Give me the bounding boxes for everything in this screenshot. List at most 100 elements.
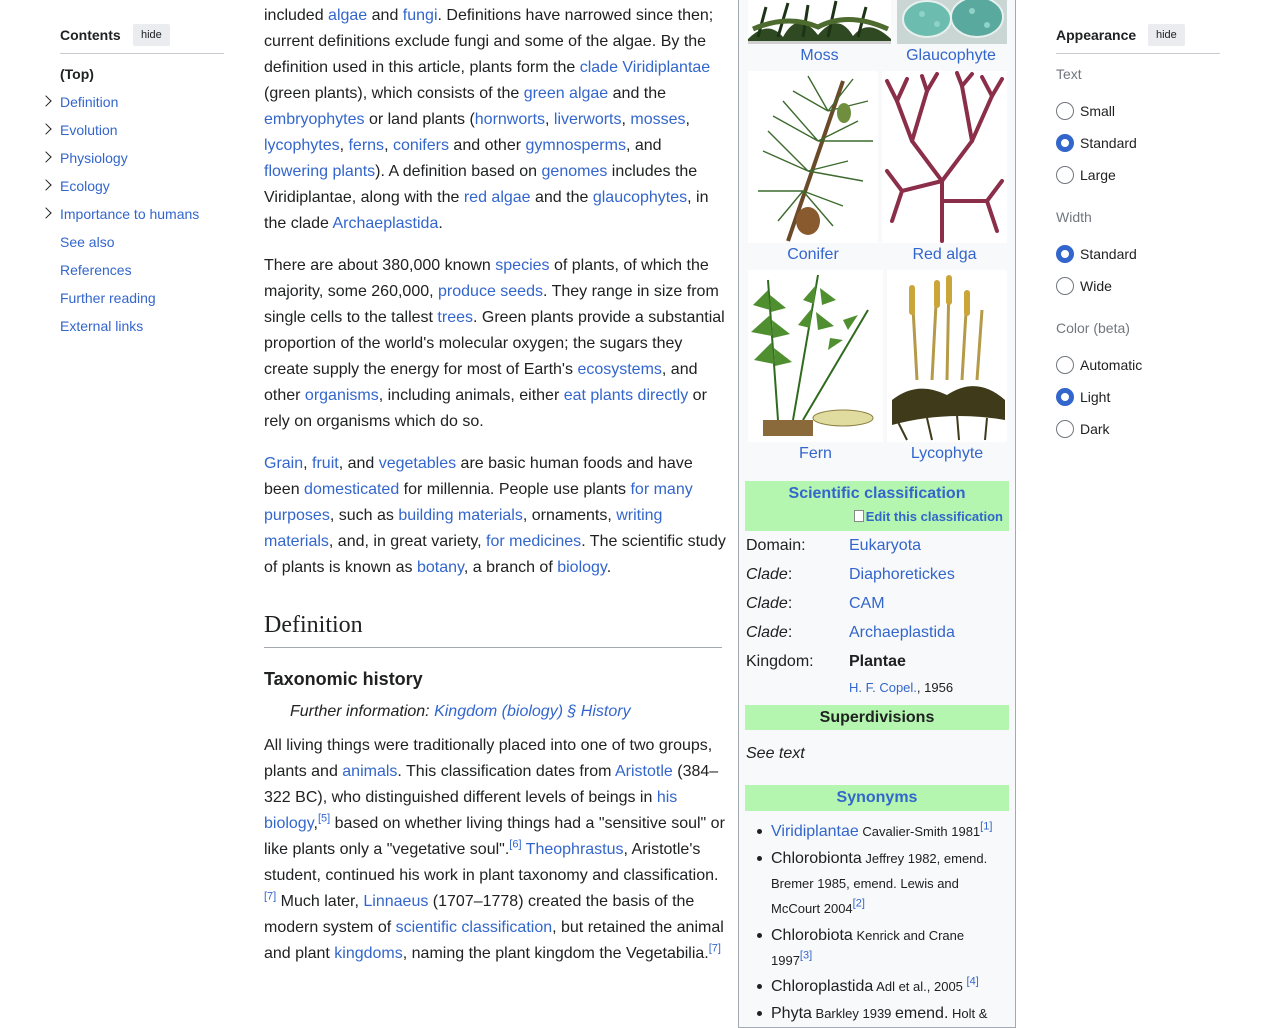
link-aristotle[interactable]: Aristotle [615, 763, 673, 780]
link-algae[interactable]: algae [328, 7, 367, 24]
link-trees[interactable]: trees [437, 309, 473, 326]
radio-label[interactable]: Standard [1080, 246, 1137, 262]
chevron-right-icon[interactable] [40, 179, 52, 191]
chevron-right-icon[interactable] [40, 207, 52, 219]
edit-classification-text[interactable]: Edit this classification [866, 509, 1003, 524]
toc-item-definition[interactable]: Definition [40, 94, 118, 110]
toc-hide-button[interactable]: hide [133, 24, 170, 46]
citation-link[interactable]: [1] [980, 821, 992, 833]
fern-image[interactable] [748, 270, 883, 442]
radio-button[interactable] [1056, 245, 1074, 263]
link-kingdoms[interactable]: kingdoms [334, 945, 402, 962]
link-green-algae[interactable]: green algae [524, 85, 609, 102]
taxon-archaeplastida[interactable]: Archaeplastida [849, 624, 955, 641]
caption-fern[interactable]: Fern [748, 445, 883, 463]
toc-item-label[interactable]: External links [60, 318, 143, 334]
taxon-diaphoretickes[interactable]: Diaphoretickes [849, 566, 955, 583]
link-for-medicines[interactable]: for medicines [486, 533, 581, 550]
link-organisms[interactable]: organisms [305, 387, 379, 404]
link-ferns[interactable]: ferns [348, 137, 384, 154]
link-fruit[interactable]: fruit [312, 455, 339, 472]
synonyms-link[interactable]: Synonyms [837, 789, 918, 806]
radio-label[interactable]: Small [1080, 103, 1115, 119]
caption-conifer[interactable]: Conifer [748, 246, 878, 264]
radio-label[interactable]: Large [1080, 167, 1116, 183]
citation-link[interactable]: [6] [509, 839, 521, 851]
link-theophrastus[interactable]: Theophrastus [526, 841, 624, 858]
hatnote-link[interactable]: Kingdom (biology) § History [434, 703, 631, 720]
toc-item-label[interactable]: Physiology [60, 150, 128, 166]
toc-item-see-also[interactable]: See also [60, 234, 114, 250]
link-species[interactable]: species [495, 257, 549, 274]
radio-button[interactable] [1056, 134, 1074, 152]
radio-label[interactable]: Dark [1080, 421, 1110, 437]
toc-item-importance-to-humans[interactable]: Importance to humans [40, 206, 199, 222]
edit-classification-link[interactable]: Edit this classification [853, 509, 1003, 524]
toc-item-evolution[interactable]: Evolution [40, 122, 118, 138]
link-mosses[interactable]: mosses [630, 111, 685, 128]
red-alga-image[interactable] [882, 71, 1007, 243]
radio-button[interactable] [1056, 388, 1074, 406]
citation-link[interactable]: [7] [264, 891, 276, 903]
citation-link[interactable]: [7] [709, 943, 721, 955]
link-clade[interactable]: clade [580, 59, 618, 76]
radio-button[interactable] [1056, 356, 1074, 374]
chevron-right-icon[interactable] [40, 151, 52, 163]
link-flowering-plants[interactable]: flowering plants [264, 163, 375, 180]
caption-glaucophyte[interactable]: Glaucophyte [889, 47, 1013, 65]
conifer-image[interactable] [748, 71, 878, 243]
link-fungi[interactable]: fungi [403, 7, 438, 24]
radio-label[interactable]: Wide [1080, 278, 1112, 294]
link-red-algae[interactable]: red algae [464, 189, 531, 206]
link-embryophytes[interactable]: embryophytes [264, 111, 365, 128]
radio-label[interactable]: Automatic [1080, 357, 1142, 373]
radio-label[interactable]: Standard [1080, 135, 1137, 151]
radio-label[interactable]: Light [1080, 389, 1110, 405]
chevron-right-icon[interactable] [40, 95, 52, 107]
caption-moss[interactable]: Moss [748, 47, 891, 65]
link-conifers[interactable]: conifers [393, 137, 449, 154]
moss-image[interactable] [748, 0, 891, 44]
radio-button[interactable] [1056, 420, 1074, 438]
citation-link[interactable]: [2] [853, 898, 865, 910]
link-glaucophytes[interactable]: glaucophytes [593, 189, 687, 206]
link-genomes[interactable]: genomes [542, 163, 608, 180]
toc-item-physiology[interactable]: Physiology [40, 150, 128, 166]
radio-button[interactable] [1056, 166, 1074, 184]
link-lycophytes[interactable]: lycophytes [264, 137, 340, 154]
appearance-hide-button[interactable]: hide [1148, 24, 1185, 46]
radio-button[interactable] [1056, 102, 1074, 120]
link-eat-plants-directly[interactable]: eat plants directly [564, 387, 689, 404]
toc-item-label[interactable]: Further reading [60, 290, 156, 306]
taxon-cam[interactable]: CAM [849, 595, 885, 612]
toc-item-label[interactable]: (Top) [60, 66, 94, 82]
caption-lycophyte[interactable]: Lycophyte [887, 445, 1007, 463]
radio-button[interactable] [1056, 277, 1074, 295]
citation-link[interactable]: [3] [800, 950, 812, 962]
link-produce-seeds[interactable]: produce seeds [438, 283, 543, 300]
link-ecosystems[interactable]: ecosystems [577, 361, 661, 378]
toc-item-ecology[interactable]: Ecology [40, 178, 110, 194]
scientific-classification-link[interactable]: Scientific classification [789, 485, 966, 502]
lycophyte-image[interactable] [887, 270, 1007, 442]
authority-link[interactable]: H. F. Copel. [849, 680, 917, 695]
citation-link[interactable]: [4] [967, 976, 979, 988]
glaucophyte-image[interactable] [897, 0, 1007, 44]
toc-item-label[interactable]: Definition [60, 94, 118, 110]
toc-item-external-links[interactable]: External links [60, 318, 143, 334]
link-botany[interactable]: botany [417, 559, 464, 576]
link-viridiplantae[interactable]: Viridiplantae [771, 823, 859, 840]
link-building-materials[interactable]: building materials [398, 507, 523, 524]
link-linnaeus[interactable]: Linnaeus [363, 893, 428, 910]
link-domesticated[interactable]: domesticated [304, 481, 399, 498]
link-gymnosperms[interactable]: gymnosperms [525, 137, 625, 154]
taxon-eukaryota[interactable]: Eukaryota [849, 537, 921, 554]
toc-item-further-reading[interactable]: Further reading [60, 290, 156, 306]
link-grain[interactable]: Grain [264, 455, 303, 472]
chevron-right-icon[interactable] [40, 123, 52, 135]
link-viridiplantae[interactable]: Viridiplantae [622, 59, 710, 76]
link-scientific-classification[interactable]: scientific classification [396, 919, 553, 936]
link-liverworts[interactable]: liverworts [554, 111, 622, 128]
toc-item-label[interactable]: Importance to humans [60, 206, 199, 222]
toc-item-label[interactable]: References [60, 262, 132, 278]
